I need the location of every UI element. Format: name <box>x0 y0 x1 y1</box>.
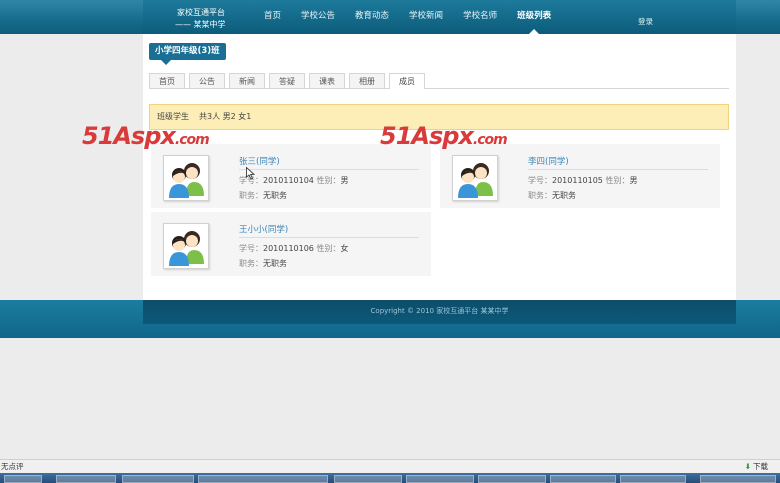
watermark-logo: 51Aspx.com <box>82 122 210 150</box>
taskbar-item[interactable] <box>334 475 402 483</box>
student-card: 王小小(同学) 学号：2010110106 性别：女 职务：无职务 <box>151 212 431 276</box>
site-brand[interactable]: 家校互通平台 —— 某某中学 <box>175 7 226 31</box>
download-button[interactable]: ⬇ 下载 <box>745 460 768 473</box>
os-taskbar <box>0 473 780 483</box>
taskbar-item[interactable] <box>4 475 42 483</box>
tab-home[interactable]: 首页 <box>149 73 185 88</box>
class-tabs: 首页 公告 新闻 答疑 课表 相册 成员 <box>149 73 729 89</box>
mouse-cursor-icon <box>246 167 255 180</box>
student-role-row: 职务：无职务 <box>528 191 576 200</box>
student-role-row: 职务：无职务 <box>239 191 287 200</box>
student-avatar-icon[interactable] <box>452 155 498 201</box>
divider <box>528 169 708 170</box>
nav-home[interactable]: 首页 <box>254 0 291 34</box>
main-content: 小学四年级(3)班 首页 公告 新闻 答疑 课表 相册 成员 班级学生 共3人 男… <box>143 34 736 300</box>
tab-album[interactable]: 相册 <box>349 73 385 88</box>
taskbar-item[interactable] <box>620 475 686 483</box>
nav-school-notices[interactable]: 学校公告 <box>291 0 345 34</box>
taskbar-item[interactable] <box>406 475 474 483</box>
taskbar-item[interactable] <box>700 475 776 483</box>
student-id-row: 学号：2010110104 性别：男 <box>239 176 349 185</box>
taskbar-item[interactable] <box>198 475 328 483</box>
browser-status-bar: 无点评 ⬇ 下载 <box>0 459 780 473</box>
student-name-link[interactable]: 李四(同学) <box>528 155 569 167</box>
student-name-link[interactable]: 张三(同学) <box>239 155 280 167</box>
copyright-text: Copyright © 2010 家校互通平台 某某中学 <box>143 300 736 324</box>
student-card: 李四(同学) 学号：2010110105 性别：男 职务：无职务 <box>440 144 720 208</box>
tab-qa[interactable]: 答疑 <box>269 73 305 88</box>
student-card: 张三(同学) 学号：2010110104 性别：男 职务：无职务 <box>151 144 431 208</box>
nav-teachers[interactable]: 学校名师 <box>453 0 507 34</box>
main-nav: 首页 学校公告 教育动态 学校新闻 学校名师 班级列表 <box>254 0 561 34</box>
taskbar-item[interactable] <box>56 475 116 483</box>
brand-line1: 家校互通平台 <box>177 8 225 17</box>
student-id-row: 学号：2010110105 性别：男 <box>528 176 638 185</box>
download-arrow-icon: ⬇ <box>744 462 751 471</box>
watermark-logo: 51Aspx.com <box>380 122 508 150</box>
tab-notices[interactable]: 公告 <box>189 73 225 88</box>
divider <box>239 237 419 238</box>
student-name-link[interactable]: 王小小(同学) <box>239 223 288 235</box>
page-footer: Copyright © 2010 家校互通平台 某某中学 <box>0 300 780 338</box>
brand-line2: —— 某某中学 <box>175 20 226 29</box>
nav-class-list[interactable]: 班级列表 <box>507 0 561 34</box>
taskbar-item[interactable] <box>122 475 194 483</box>
summary-count: 共3人 男2 女1 <box>199 112 252 121</box>
taskbar-item[interactable] <box>478 475 546 483</box>
student-avatar-icon[interactable] <box>163 223 209 269</box>
class-title: 小学四年级(3)班 <box>149 43 226 65</box>
summary-title: 班级学生 <box>157 112 189 121</box>
nav-education-news[interactable]: 教育动态 <box>345 0 399 34</box>
nav-school-news[interactable]: 学校新闻 <box>399 0 453 34</box>
status-text: 无点评 <box>1 462 24 471</box>
tab-members[interactable]: 成员 <box>389 73 425 89</box>
student-id-row: 学号：2010110106 性别：女 <box>239 244 349 253</box>
student-avatar-icon[interactable] <box>163 155 209 201</box>
student-role-row: 职务：无职务 <box>239 259 287 268</box>
tab-news[interactable]: 新闻 <box>229 73 265 88</box>
divider <box>239 169 419 170</box>
taskbar-item[interactable] <box>550 475 616 483</box>
tab-schedule[interactable]: 课表 <box>309 73 345 88</box>
